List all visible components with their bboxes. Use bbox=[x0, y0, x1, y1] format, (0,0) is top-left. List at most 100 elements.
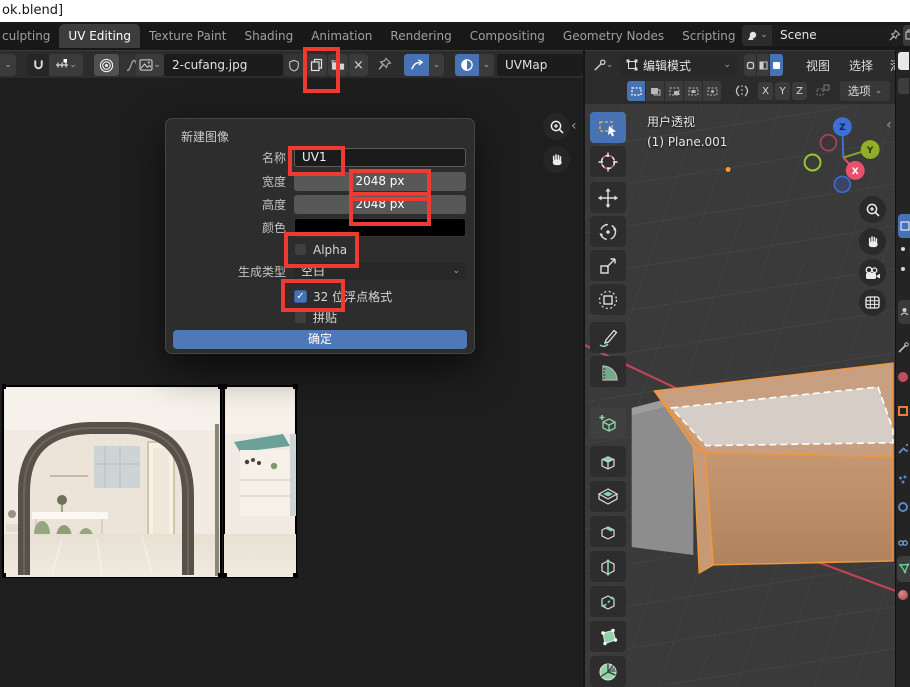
tool-loop-cut-button[interactable] bbox=[590, 551, 626, 582]
viewport-collapse-arrow[interactable]: ‹ bbox=[886, 118, 892, 132]
tab-compositing[interactable]: Compositing bbox=[461, 24, 554, 48]
tab-geometry-nodes[interactable]: Geometry Nodes bbox=[554, 24, 673, 48]
name-input[interactable]: UV1 bbox=[294, 148, 466, 167]
uv-map-field[interactable]: UVMap bbox=[497, 54, 583, 76]
height-slider[interactable]: 2048 px bbox=[294, 195, 466, 214]
props-tab-physics[interactable] bbox=[898, 502, 908, 512]
tab-texture-paint[interactable]: Texture Paint bbox=[140, 24, 235, 48]
pin-icon[interactable] bbox=[888, 29, 901, 42]
edit-mode-icon bbox=[626, 59, 638, 71]
width-slider[interactable]: 2048 px bbox=[294, 172, 466, 191]
image-name-field[interactable]: 2-cufang.jpg bbox=[164, 54, 283, 76]
select-mode-edge[interactable] bbox=[757, 54, 769, 76]
menu-select[interactable]: 选择 bbox=[849, 57, 873, 74]
tool-inset-button[interactable] bbox=[590, 481, 626, 512]
tool-cursor-button[interactable] bbox=[590, 146, 626, 177]
select-mode-face[interactable] bbox=[770, 54, 783, 76]
new-image-button[interactable] bbox=[305, 54, 327, 76]
menu-view[interactable]: 视图 bbox=[806, 57, 830, 74]
gizmo-neg-x[interactable] bbox=[820, 135, 836, 151]
tab-scripting[interactable]: Scripting bbox=[673, 24, 744, 48]
props-tab-world[interactable] bbox=[898, 372, 908, 382]
props-tab-object[interactable] bbox=[898, 406, 908, 416]
tab-sculpting[interactable]: culpting bbox=[0, 24, 59, 48]
tool-options-dropdown[interactable]: 选项 ⌄ bbox=[840, 81, 890, 101]
mirror-z-toggle[interactable]: Z bbox=[792, 82, 807, 100]
uv-falloff-toggle[interactable] bbox=[455, 54, 479, 76]
uv-collapse-arrow[interactable]: ‹ bbox=[571, 119, 577, 133]
gizmo-neg-z[interactable] bbox=[834, 176, 850, 192]
tool-bevel-button[interactable] bbox=[590, 516, 626, 547]
new-scene-button[interactable] bbox=[903, 25, 910, 46]
tiled-checkbox[interactable] bbox=[294, 311, 307, 324]
select-box-set-mode[interactable] bbox=[627, 81, 645, 101]
tool-scale-button[interactable] bbox=[590, 250, 626, 281]
gizmo-neg-y[interactable] bbox=[805, 155, 821, 171]
pan-button[interactable] bbox=[543, 146, 570, 173]
scene-browse-button[interactable]: ⌄ bbox=[742, 25, 772, 46]
uv-editor-canvas[interactable]: ‹ 新建图像 名称 UV1 宽度 2048 px 高度 2048 px 颜色 bbox=[0, 78, 583, 687]
alpha-checkbox[interactable] bbox=[294, 243, 307, 256]
tool-add-cube-button[interactable] bbox=[590, 408, 626, 439]
tool-move-button[interactable] bbox=[590, 182, 626, 213]
tool-knife-button[interactable] bbox=[590, 586, 626, 617]
image-browse-dropdown[interactable]: ⌄ bbox=[136, 54, 164, 76]
props-tab-material[interactable] bbox=[898, 590, 908, 600]
select-box-extend-mode[interactable] bbox=[646, 81, 664, 101]
mirror-y-toggle[interactable]: Y bbox=[775, 82, 790, 100]
props-tab-data-active[interactable] bbox=[897, 556, 910, 582]
select-box-subtract-mode[interactable] bbox=[665, 81, 683, 101]
tab-animation[interactable]: Animation bbox=[302, 24, 381, 48]
select-box-invert-mode[interactable] bbox=[684, 81, 702, 101]
zoom-button[interactable] bbox=[543, 113, 570, 140]
props-tab-particles[interactable] bbox=[898, 470, 908, 480]
uv-snap-dropdown[interactable]: ⌄ bbox=[429, 54, 444, 76]
viewport-pan-button[interactable] bbox=[859, 228, 886, 255]
fake-user-button[interactable] bbox=[284, 54, 304, 76]
tool-measure-button[interactable] bbox=[590, 356, 626, 387]
tool-transform-button[interactable] bbox=[590, 284, 626, 315]
viewport-ortho-button[interactable] bbox=[859, 289, 886, 316]
snap-mode-dropdown[interactable]: ⌄ bbox=[49, 54, 83, 76]
tool-extrude-button[interactable] bbox=[590, 446, 626, 477]
props-tab-tool[interactable] bbox=[898, 338, 909, 349]
tool-fallback-dropdown[interactable]: ⌄ bbox=[0, 54, 16, 76]
viewport-zoom-button[interactable] bbox=[859, 196, 886, 223]
select-box-intersect-mode[interactable] bbox=[703, 81, 721, 101]
uv-snap-toggle[interactable] bbox=[404, 54, 429, 76]
props-button-fragment[interactable] bbox=[898, 78, 909, 94]
props-tab-constraints[interactable] bbox=[898, 533, 908, 543]
snap-base-icon[interactable] bbox=[816, 84, 830, 97]
mirror-x-toggle[interactable]: X bbox=[758, 82, 773, 100]
scene-name-field[interactable]: Scene bbox=[772, 25, 905, 46]
viewport-camera-button[interactable] bbox=[859, 259, 886, 286]
tool-header-dropdown[interactable]: ⌄ bbox=[589, 54, 617, 76]
select-box-icon bbox=[597, 117, 619, 139]
tab-shading[interactable]: Shading bbox=[235, 24, 302, 48]
select-mode-vertex[interactable] bbox=[744, 54, 756, 76]
tab-uv-editing[interactable]: UV Editing bbox=[59, 24, 140, 48]
uv-falloff-dropdown[interactable]: ⌄ bbox=[479, 54, 494, 76]
pin-icon[interactable] bbox=[377, 57, 392, 72]
tool-annotate-button[interactable] bbox=[590, 322, 626, 353]
tool-rotate-button[interactable] bbox=[590, 216, 626, 247]
box-intersect-icon bbox=[707, 87, 718, 96]
viewport-3d[interactable]: Z Y X 用户透视 (1) Plane.001 ‹ bbox=[585, 104, 895, 687]
color-swatch[interactable] bbox=[294, 218, 466, 237]
snap-toggle-button[interactable] bbox=[27, 54, 49, 76]
tool-spin-button[interactable] bbox=[590, 656, 626, 687]
uv-image-preview bbox=[2, 384, 298, 580]
tool-select-box-button[interactable] bbox=[590, 112, 626, 143]
props-tab-active-tool[interactable] bbox=[898, 214, 910, 238]
mode-dropdown[interactable]: 编辑模式 ⌄ bbox=[620, 54, 737, 76]
tab-rendering[interactable]: Rendering bbox=[381, 24, 460, 48]
unlink-image-button[interactable]: × bbox=[349, 54, 368, 76]
open-image-button[interactable] bbox=[328, 54, 348, 76]
float-checkbox[interactable]: ✓ bbox=[294, 290, 307, 303]
props-editor-type-button[interactable] bbox=[898, 300, 910, 324]
generated-type-dropdown[interactable]: 空白 ⌄ bbox=[294, 262, 466, 280]
props-tab-modifiers[interactable] bbox=[898, 439, 908, 449]
tool-poly-build-button[interactable] bbox=[590, 621, 626, 652]
proportional-edit-toggle[interactable] bbox=[94, 54, 119, 76]
ok-button[interactable]: 确定 bbox=[173, 330, 467, 349]
